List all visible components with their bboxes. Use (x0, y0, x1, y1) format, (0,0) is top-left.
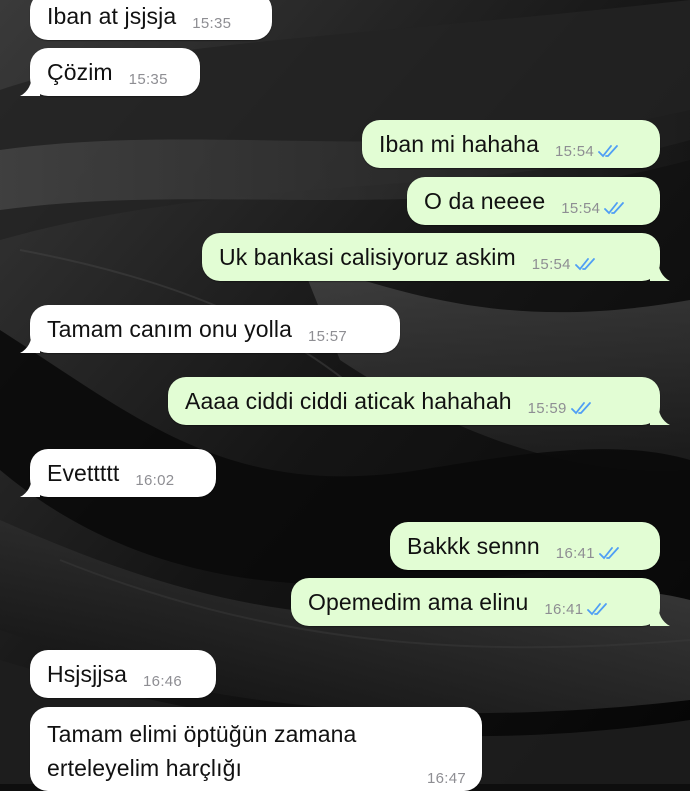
message-time: 16:41 (544, 600, 584, 618)
message-bubble-incoming[interactable]: Evettttt 16:02 (30, 449, 216, 497)
message-text: Uk bankasi calisiyoruz askim (219, 243, 516, 270)
message-text: Aaaa ciddi ciddi aticak hahahah (185, 387, 512, 414)
message-time: 15:35 (128, 70, 168, 88)
message-text: Tamam canım onu yolla (47, 315, 292, 342)
message-bubble-outgoing[interactable]: O da neeee 15:54 (407, 177, 660, 225)
bubble-tail (650, 259, 670, 281)
message-bubble-incoming[interactable]: Hsjsjjsa 16:46 (30, 650, 216, 698)
message-time: 16:47 (426, 770, 466, 787)
message-bubble-incoming[interactable]: Çözim 15:35 (30, 48, 200, 96)
message-text: Çözim (47, 58, 113, 85)
message-bubble-incoming[interactable]: Tamam canım onu yolla 15:57 (30, 305, 400, 353)
message-bubble-outgoing[interactable]: Bakkk sennn 16:41 (390, 522, 660, 570)
message-bubble-outgoing[interactable]: Opemedim ama elinu 16:41 (291, 578, 660, 626)
message-text: O da neeee (424, 187, 546, 214)
chat-message-list[interactable]: Iban at jsjsja 15:35 Çözim 15:35 Iban mi… (0, 0, 690, 791)
message-text: Iban at jsjsja (47, 2, 177, 29)
double-check-icon (574, 258, 595, 271)
bubble-tail (20, 331, 40, 353)
double-check-icon (598, 145, 618, 158)
message-text: Opemedim ama elinu (308, 588, 529, 615)
message-time: 15:54 (561, 199, 601, 217)
bubble-tail (650, 604, 670, 626)
message-text: Evettttt (47, 459, 120, 486)
bubble-tail (20, 74, 40, 96)
message-text: Iban mi hahaha (379, 130, 539, 157)
message-time: 16:41 (555, 544, 595, 562)
message-time: 15:54 (531, 255, 571, 273)
message-time: 15:59 (527, 399, 567, 417)
message-text: Hsjsjjsa (47, 660, 128, 687)
message-text: Tamam elimi öptüğün zamana erteleyelim h… (47, 721, 357, 781)
message-bubble-outgoing[interactable]: Iban mi hahaha 15:54 (362, 120, 660, 168)
double-check-icon (604, 202, 625, 215)
message-bubble-outgoing[interactable]: Aaaa ciddi ciddi aticak hahahah 15:59 (168, 377, 660, 425)
message-time: 15:35 (192, 14, 232, 32)
message-time: 15:54 (554, 142, 595, 160)
message-bubble-incoming[interactable]: Iban at jsjsja 15:35 (30, 0, 272, 40)
bubble-tail (650, 403, 670, 425)
message-bubble-outgoing[interactable]: Uk bankasi calisiyoruz askim 15:54 (202, 233, 660, 281)
message-time: 16:02 (135, 471, 175, 489)
double-check-icon (570, 402, 591, 415)
message-time: 16:46 (143, 672, 183, 690)
message-bubble-incoming[interactable]: Tamam elimi öptüğün zamana erteleyelim h… (30, 707, 482, 791)
double-check-icon (587, 603, 608, 616)
double-check-icon (598, 547, 619, 560)
message-text: Bakkk sennn (407, 532, 540, 559)
message-time: 15:57 (307, 327, 348, 345)
bubble-tail (20, 475, 40, 497)
